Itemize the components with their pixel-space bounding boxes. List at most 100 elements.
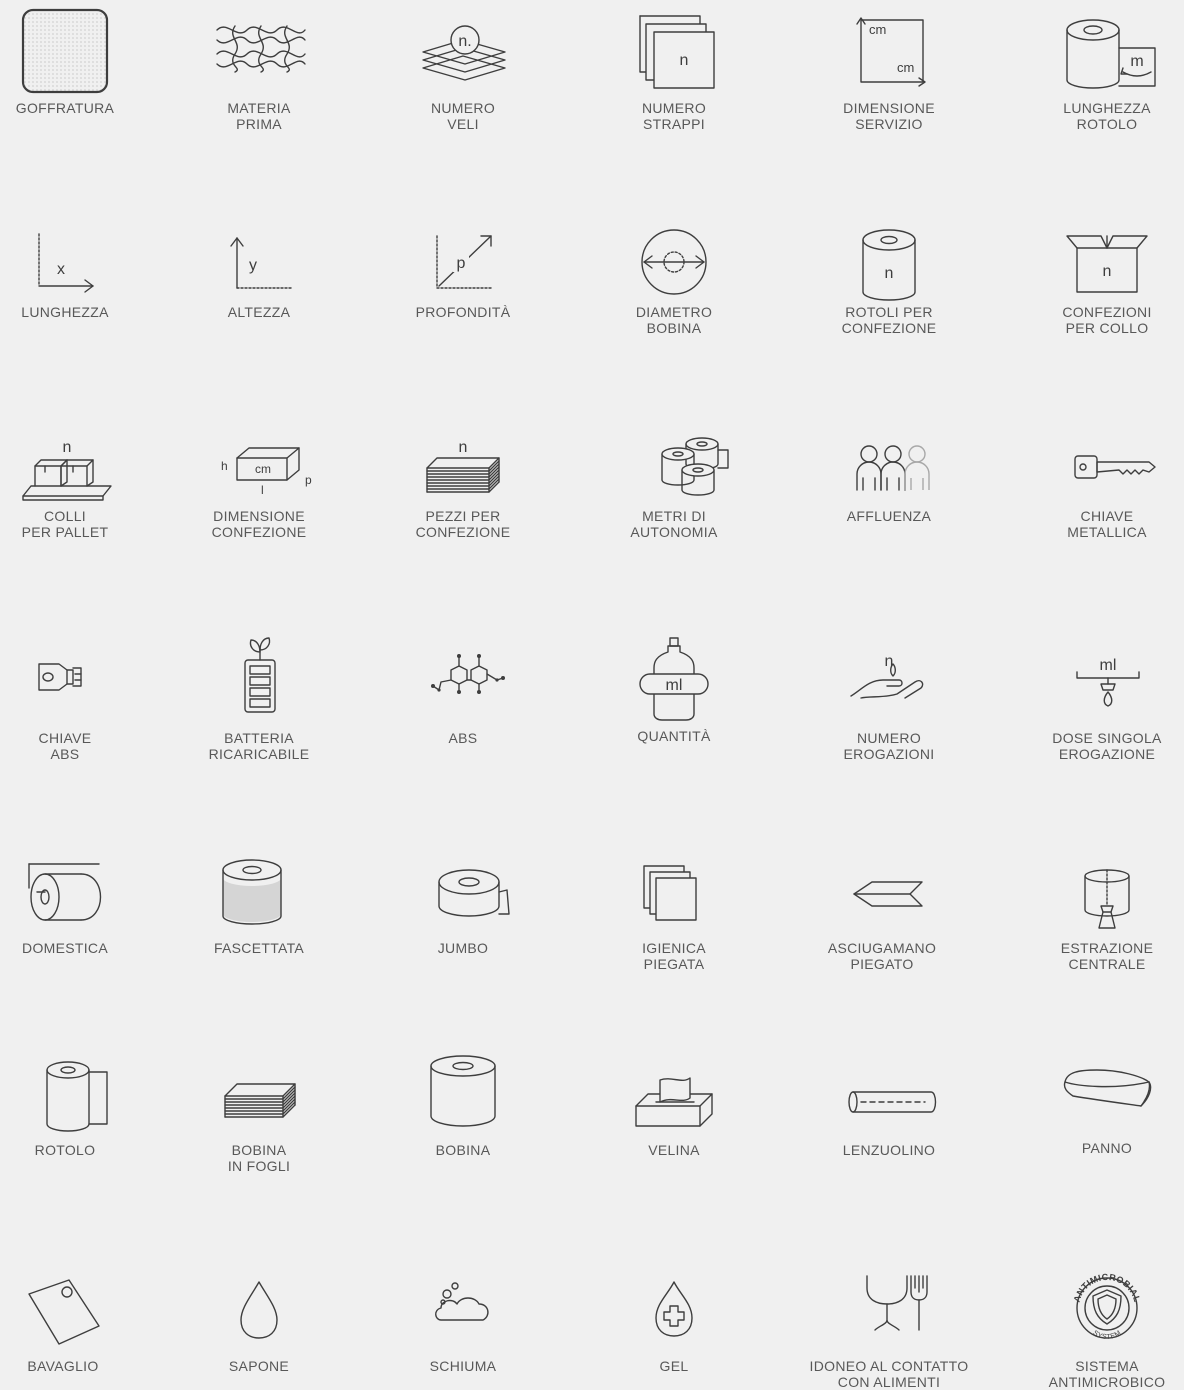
- icon-label: CONFEZIONE: [415, 524, 511, 540]
- numero-strappi-icon: n: [624, 8, 724, 98]
- icon-label: AUTONOMIA: [630, 524, 718, 540]
- idoneo-contatto-alimenti-icon: [839, 1264, 939, 1354]
- icon-label: BOBINA: [646, 320, 702, 336]
- glyph-text: cm: [897, 60, 914, 75]
- icon-label: DIAMETRO: [635, 304, 713, 320]
- affluenza-icon: [839, 424, 939, 514]
- glyph-text: x: [57, 261, 65, 278]
- icon-label: NUMERO: [430, 100, 496, 116]
- icon-label: ABS: [448, 730, 478, 746]
- goffratura-icon: [15, 8, 115, 98]
- icon-label: MATERIA: [227, 100, 291, 116]
- glyph-text: cm: [869, 22, 886, 37]
- icon-label: VELI: [447, 116, 479, 132]
- glyph-text: n: [680, 52, 689, 69]
- dimensione-servizio-icon: cm cm: [839, 8, 939, 98]
- icon-label: IDONEO AL CONTATTO: [809, 1358, 969, 1374]
- icon-legend-sheet: GOFFRATURA MATERIA PRIMA n. NUMERO VELI: [0, 0, 1184, 1390]
- icon-label: EROGAZIONE: [1058, 746, 1156, 762]
- profondita-icon: p: [413, 218, 513, 308]
- icon-label: PROFONDITÀ: [415, 304, 511, 320]
- abs-icon: [431, 654, 505, 694]
- icon-label: GOFFRATURA: [15, 100, 115, 116]
- icon-label: ROTOLO: [1076, 116, 1138, 132]
- schiuma-icon: [413, 1264, 513, 1354]
- glyph-text: h: [221, 459, 228, 473]
- sistema-antimicrobico-icon: ANTIMICROBIAL SYSTEM: [1072, 1272, 1143, 1341]
- icon-label: METRI DI: [642, 508, 706, 524]
- icon-label: BAVAGLIO: [27, 1358, 99, 1374]
- glyph-text: n: [1103, 263, 1112, 280]
- bobina-in-fogli-icon: [209, 1050, 309, 1140]
- icon-label: VELINA: [648, 1142, 700, 1158]
- glyph-text: p: [457, 255, 466, 272]
- icon-label: PER COLLO: [1065, 320, 1149, 336]
- icon-label: AFFLUENZA: [846, 508, 932, 524]
- glyph-text: n: [459, 439, 468, 456]
- sapone-icon: [209, 1264, 309, 1354]
- icon-label: DOSE SINGOLA: [1052, 730, 1162, 746]
- icon-label: PRIMA: [236, 116, 282, 132]
- icon-label: BOBINA: [435, 1142, 491, 1158]
- icon-label: LUNGHEZZA: [21, 304, 109, 320]
- gel-icon: [624, 1264, 724, 1354]
- icon-label: SAPONE: [228, 1358, 290, 1374]
- icon-label: CON ALIMENTI: [837, 1374, 941, 1390]
- glyph-text: l: [261, 483, 264, 497]
- glyph-text: m: [1130, 53, 1143, 70]
- icon-label: NUMERO: [641, 100, 707, 116]
- icon-label: GEL: [659, 1358, 689, 1374]
- metri-di-autonomia-icon: [624, 424, 724, 514]
- seal-bottom-text: SYSTEM: [1092, 1330, 1123, 1341]
- colli-per-pallet-icon: n: [15, 439, 115, 514]
- icon-label: ASCIUGAMANO: [827, 940, 937, 956]
- icon-label: EROGAZIONI: [843, 746, 935, 762]
- icon-label: BOBINA: [231, 1142, 287, 1158]
- icon-label: PANNO: [1081, 1140, 1133, 1156]
- asciugamano-piegato-icon: [832, 848, 932, 938]
- icon-label: QUANTITÀ: [637, 728, 711, 744]
- rotolo-icon: [15, 1050, 115, 1140]
- igienica-piegata-icon: [624, 848, 724, 938]
- icon-label: ROTOLI PER: [845, 304, 933, 320]
- icon-label: DIMENSIONE: [843, 100, 935, 116]
- chiave-metallica-icon: [1057, 424, 1157, 514]
- confezioni-per-collo-icon: n: [1057, 218, 1157, 308]
- icon-label: PIEGATA: [643, 956, 705, 972]
- seal-top-text: ANTIMICROBIAL: [1072, 1272, 1142, 1304]
- icon-label: CONFEZIONE: [211, 524, 307, 540]
- icon-label: SISTEMA: [1075, 1358, 1139, 1374]
- velina-icon: [624, 1050, 724, 1140]
- jumbo-icon: [413, 848, 513, 938]
- icon-label: IN FOGLI: [227, 1158, 291, 1174]
- icon-label: PIEGATO: [850, 956, 914, 972]
- icon-label: LUNGHEZZA: [1063, 100, 1151, 116]
- icon-label: PEZZI PER: [425, 508, 501, 524]
- icon-label: RICARICABILE: [208, 746, 310, 762]
- icon-label: ALTEZZA: [227, 304, 291, 320]
- icon-label: NUMERO: [856, 730, 922, 746]
- icon-label: FASCETTATA: [213, 940, 305, 956]
- icon-label: ANTIMICROBICO: [1048, 1374, 1166, 1390]
- svg-text:SYSTEM: SYSTEM: [1092, 1330, 1123, 1341]
- icon-label: ABS: [50, 746, 80, 762]
- svg-text:ANTIMICROBIAL: ANTIMICROBIAL: [1072, 1272, 1143, 1304]
- icon-label: ESTRAZIONE: [1060, 940, 1154, 956]
- numero-veli-icon: n.: [413, 8, 513, 98]
- rotoli-per-confezione-icon: n: [839, 218, 939, 308]
- icon-label: CHIAVE: [38, 730, 92, 746]
- pezzi-per-confezione-icon: n: [413, 439, 513, 514]
- icon-label: PER PALLET: [21, 524, 109, 540]
- glyph-text: p: [305, 473, 312, 487]
- icon-label: CONFEZIONI: [1062, 304, 1152, 320]
- icon-label: DIMENSIONE: [213, 508, 305, 524]
- glyph-text: cm: [255, 462, 271, 476]
- bobina-icon: [413, 1050, 513, 1140]
- icon-label: SERVIZIO: [855, 116, 923, 132]
- icon-label: BATTERIA: [224, 730, 294, 746]
- glyph-text: n.: [458, 33, 471, 50]
- dimensione-confezione-icon: cm h l p: [221, 424, 312, 497]
- bavaglio-icon: [13, 1264, 113, 1354]
- icon-label: CHIAVE: [1080, 508, 1134, 524]
- icon-label: CENTRALE: [1068, 956, 1146, 972]
